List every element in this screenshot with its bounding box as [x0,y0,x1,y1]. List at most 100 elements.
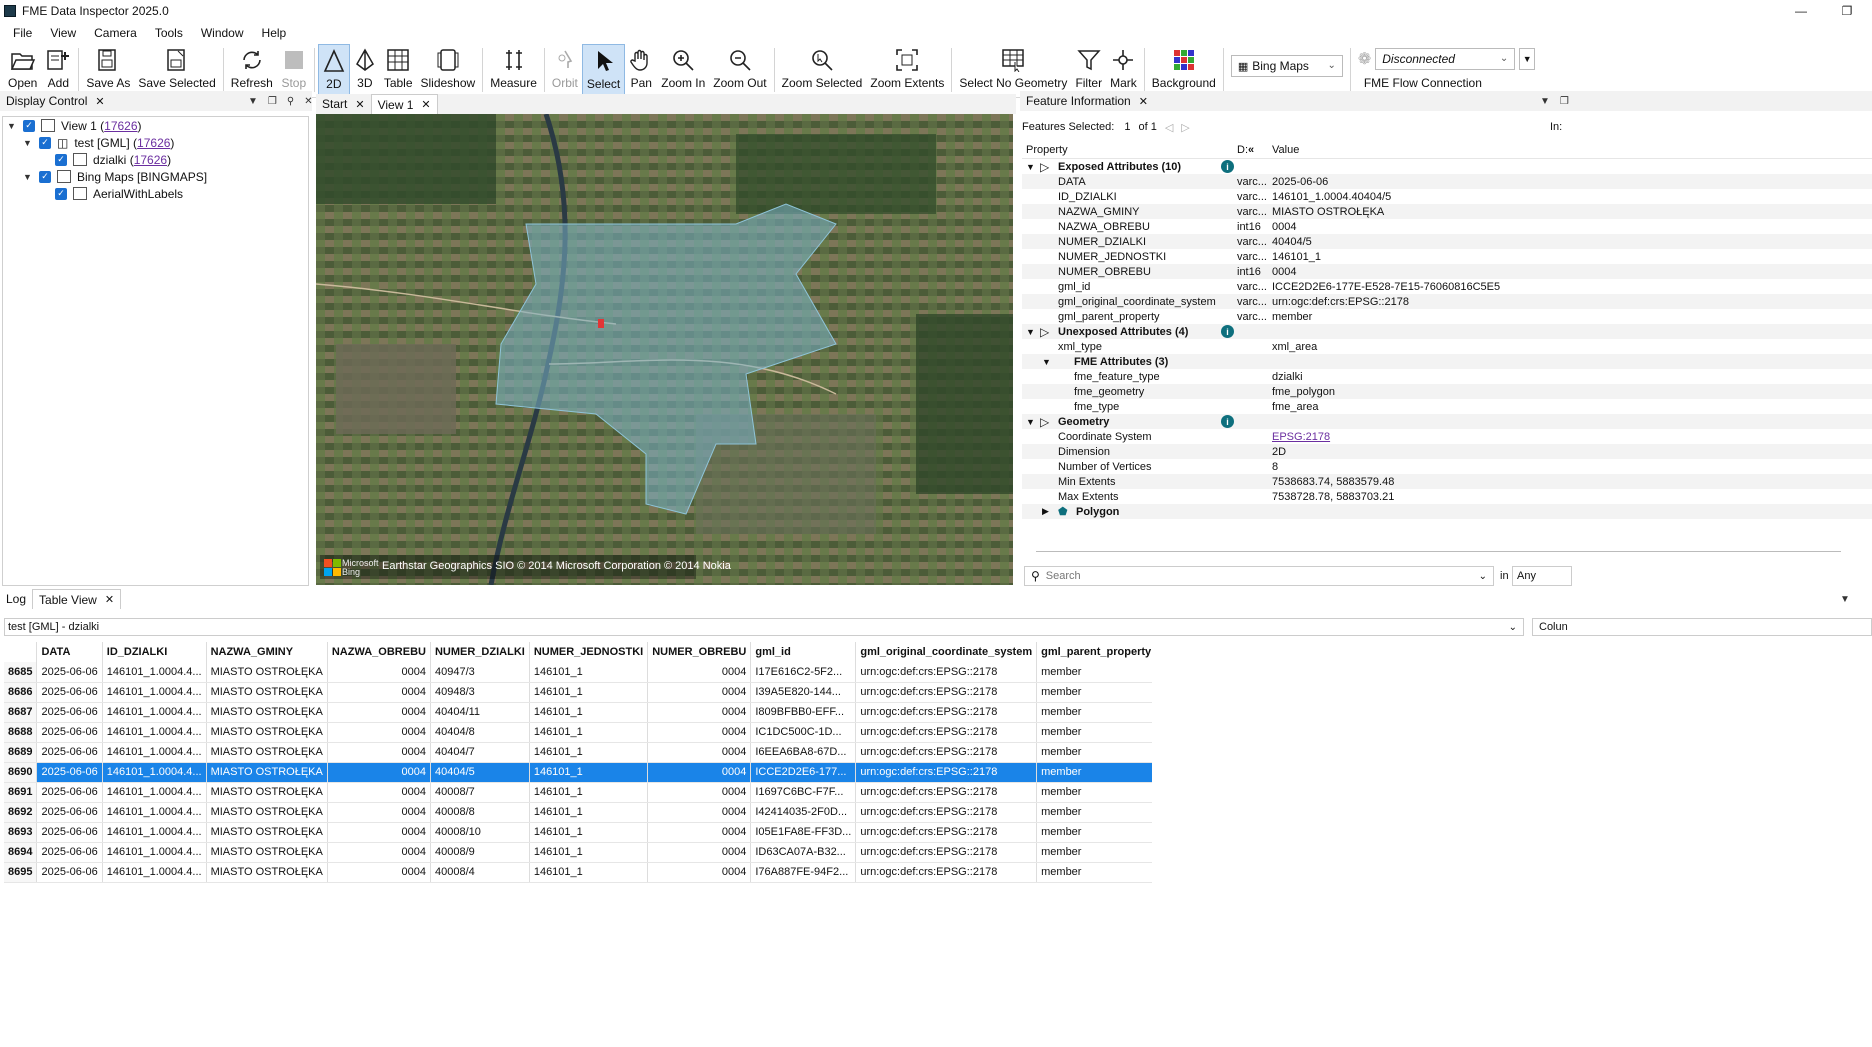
flow-menu-button[interactable]: ▼ [1519,48,1536,70]
column-header[interactable]: NUMER_JEDNOSTKI [529,642,649,662]
table-cell[interactable]: 0004 [647,682,752,703]
chevron-down-icon[interactable]: ▼ [1840,594,1850,605]
close-icon[interactable]: ✕ [421,98,430,111]
feature-attribute-row[interactable]: NUMER_DZIALKI varc... 40404/5 [1022,234,1872,249]
table-cell[interactable]: urn:ogc:def:crs:EPSG::2178 [855,682,1038,703]
tree-feature-type-count[interactable]: 17626 [134,153,167,167]
checkbox-aerial[interactable]: ✓ [55,187,67,200]
table-cell[interactable]: 146101_1 [529,762,649,783]
checkbox-bing-maps[interactable]: ✓ [39,170,51,183]
table-row[interactable]: 8692 2025-06-06 146101_1.0004.4... MIASTO O… [4,802,1152,823]
tab-start[interactable]: Start ✕ [316,94,371,114]
table-cell[interactable]: 0004 [327,782,431,803]
feature-attribute-row[interactable]: NAZWA_OBREBU int16 0004 [1022,219,1872,234]
table-cell[interactable]: 0004 [647,722,752,743]
pan-button[interactable]: Pan [625,44,657,96]
row-number[interactable]: 8693 [4,822,38,843]
table-cell[interactable]: MIASTO OSTROŁĘKA [206,842,328,863]
measure-button[interactable]: Measure [486,44,541,96]
table-cell[interactable]: 0004 [327,802,431,823]
collapse-icon[interactable]: ▼ [23,172,35,182]
save-as-button[interactable]: Save As [82,44,134,96]
background-map-combo[interactable]: ▦ Bing Maps ⌄ [1230,55,1343,77]
feature-attribute-row[interactable]: gml_parent_property varc... member [1022,309,1872,324]
table-cell[interactable]: MIASTO OSTROŁĘKA [206,742,328,763]
table-cell[interactable]: I17E616C2-5F2... [750,662,857,683]
table-cell[interactable]: 0004 [647,702,752,723]
table-cell[interactable]: 146101_1 [529,822,649,843]
table-cell[interactable]: 40404/11 [430,702,530,723]
table-cell[interactable]: urn:ogc:def:crs:EPSG::2178 [855,762,1038,783]
table-cell[interactable]: MIASTO OSTROŁĘKA [206,782,328,803]
feature-attribute-row[interactable]: gml_id varc... ICCE2D2E6-177E-E528-7E15-76… [1022,279,1872,294]
table-cell[interactable]: ID63CA07A-B32... [750,842,857,863]
table-cell[interactable]: MIASTO OSTROŁĘKA [206,722,328,743]
table-cell[interactable]: 146101_1.0004.4... [102,662,207,683]
column-header[interactable]: ID_DZIALKI [102,642,207,662]
table-cell[interactable]: member [1036,742,1152,763]
menu-view[interactable]: View [41,26,85,40]
tree-dataset-count[interactable]: 17626 [137,136,170,150]
refresh-button[interactable]: Refresh [227,44,277,96]
table-cell[interactable]: 0004 [327,682,431,703]
filter-button[interactable]: Filter [1071,44,1106,96]
feature-attribute-row[interactable]: NAZWA_GMINY varc... MIASTO OSTROŁĘKA [1022,204,1872,219]
table-cell[interactable]: 40008/10 [430,822,530,843]
col-value[interactable]: Value [1272,144,1299,156]
zoom-out-button[interactable]: Zoom Out [709,44,770,96]
map-view[interactable]: Microsoft Bing Earthstar Geographics SIO… [316,114,1013,585]
column-header[interactable]: NAZWA_OBREBU [327,642,431,662]
table-cell[interactable]: 40404/8 [430,722,530,743]
search-input[interactable]: Search [1046,570,1081,582]
table-cell[interactable]: urn:ogc:def:crs:EPSG::2178 [855,822,1038,843]
row-number[interactable]: 8686 [4,682,38,703]
polygon-row[interactable]: ▶ ⬟ Polygon [1022,504,1872,519]
chevron-down-icon[interactable]: ▼ [248,96,258,107]
table-cell[interactable]: 0004 [327,722,431,743]
table-cell[interactable]: member [1036,862,1152,883]
row-number[interactable]: 8694 [4,842,38,863]
expand-icon[interactable]: ▶ [1042,506,1049,517]
table-row[interactable]: 8694 2025-06-06 146101_1.0004.4... MIASTO O… [4,842,1152,863]
table-cell[interactable]: 146101_1.0004.4... [102,682,207,703]
menu-window[interactable]: Window [192,26,253,40]
table-cell[interactable]: 0004 [647,802,752,823]
table-cell[interactable]: I76A887FE-94F2... [750,862,857,883]
table-cell[interactable]: 0004 [327,862,431,883]
table-cell[interactable]: 146101_1 [529,782,649,803]
table-cell[interactable]: I1697C6BC-F7F... [750,782,857,803]
table-row[interactable]: 8690 2025-06-06 146101_1.0004.4... MIASTO O… [4,762,1152,783]
table-row[interactable]: 8689 2025-06-06 146101_1.0004.4... MIASTO O… [4,742,1152,763]
row-number[interactable]: 8685 [4,662,38,683]
table-cell[interactable]: MIASTO OSTROŁĘKA [206,762,328,783]
table-cell[interactable]: 146101_1 [529,662,649,683]
table-cell[interactable]: ICCE2D2E6-177... [750,762,857,783]
view-3d-button[interactable]: 3D [350,44,380,96]
table-row[interactable]: 8693 2025-06-06 146101_1.0004.4... MIASTO O… [4,822,1152,843]
table-cell[interactable]: 146101_1 [529,742,649,763]
collapse-icon[interactable]: ▼ [1026,327,1035,337]
feature-group-row[interactable]: ▼ FME Attributes (3) [1022,354,1872,369]
table-row[interactable]: 8686 2025-06-06 146101_1.0004.4... MIASTO O… [4,682,1152,703]
table-cell[interactable]: 2025-06-06 [36,682,103,703]
table-cell[interactable]: 0004 [327,702,431,723]
feature-attribute-row[interactable]: DATA varc... 2025-06-06 [1022,174,1872,189]
info-icon[interactable]: i [1221,160,1234,173]
col-type[interactable]: D: [1237,144,1248,156]
view-2d-button[interactable]: 2D [317,44,350,96]
table-row[interactable]: 8687 2025-06-06 146101_1.0004.4... MIASTO O… [4,702,1152,723]
table-cell[interactable]: I42414035-2F0D... [750,802,857,823]
tree-view-count[interactable]: 17626 [104,119,137,133]
chevron-down-icon[interactable]: ▼ [1540,96,1550,107]
table-cell[interactable]: 146101_1 [529,842,649,863]
close-icon[interactable]: ✕ [95,95,104,108]
tab-log[interactable]: Log [0,589,32,609]
select-button[interactable]: Select [581,44,626,96]
table-cell[interactable]: 2025-06-06 [36,842,103,863]
table-cell[interactable]: 0004 [647,782,752,803]
feature-attribute-row[interactable]: ID_DZIALKI varc... 146101_1.0004.40404/5 [1022,189,1872,204]
feature-attribute-row[interactable]: Dimension 2D [1022,444,1872,459]
table-cell[interactable]: member [1036,702,1152,723]
tree-item-dataset[interactable]: ▼ ✓ ◫ test [GML] (17626) [23,134,174,151]
column-header[interactable]: DATA [36,642,103,662]
